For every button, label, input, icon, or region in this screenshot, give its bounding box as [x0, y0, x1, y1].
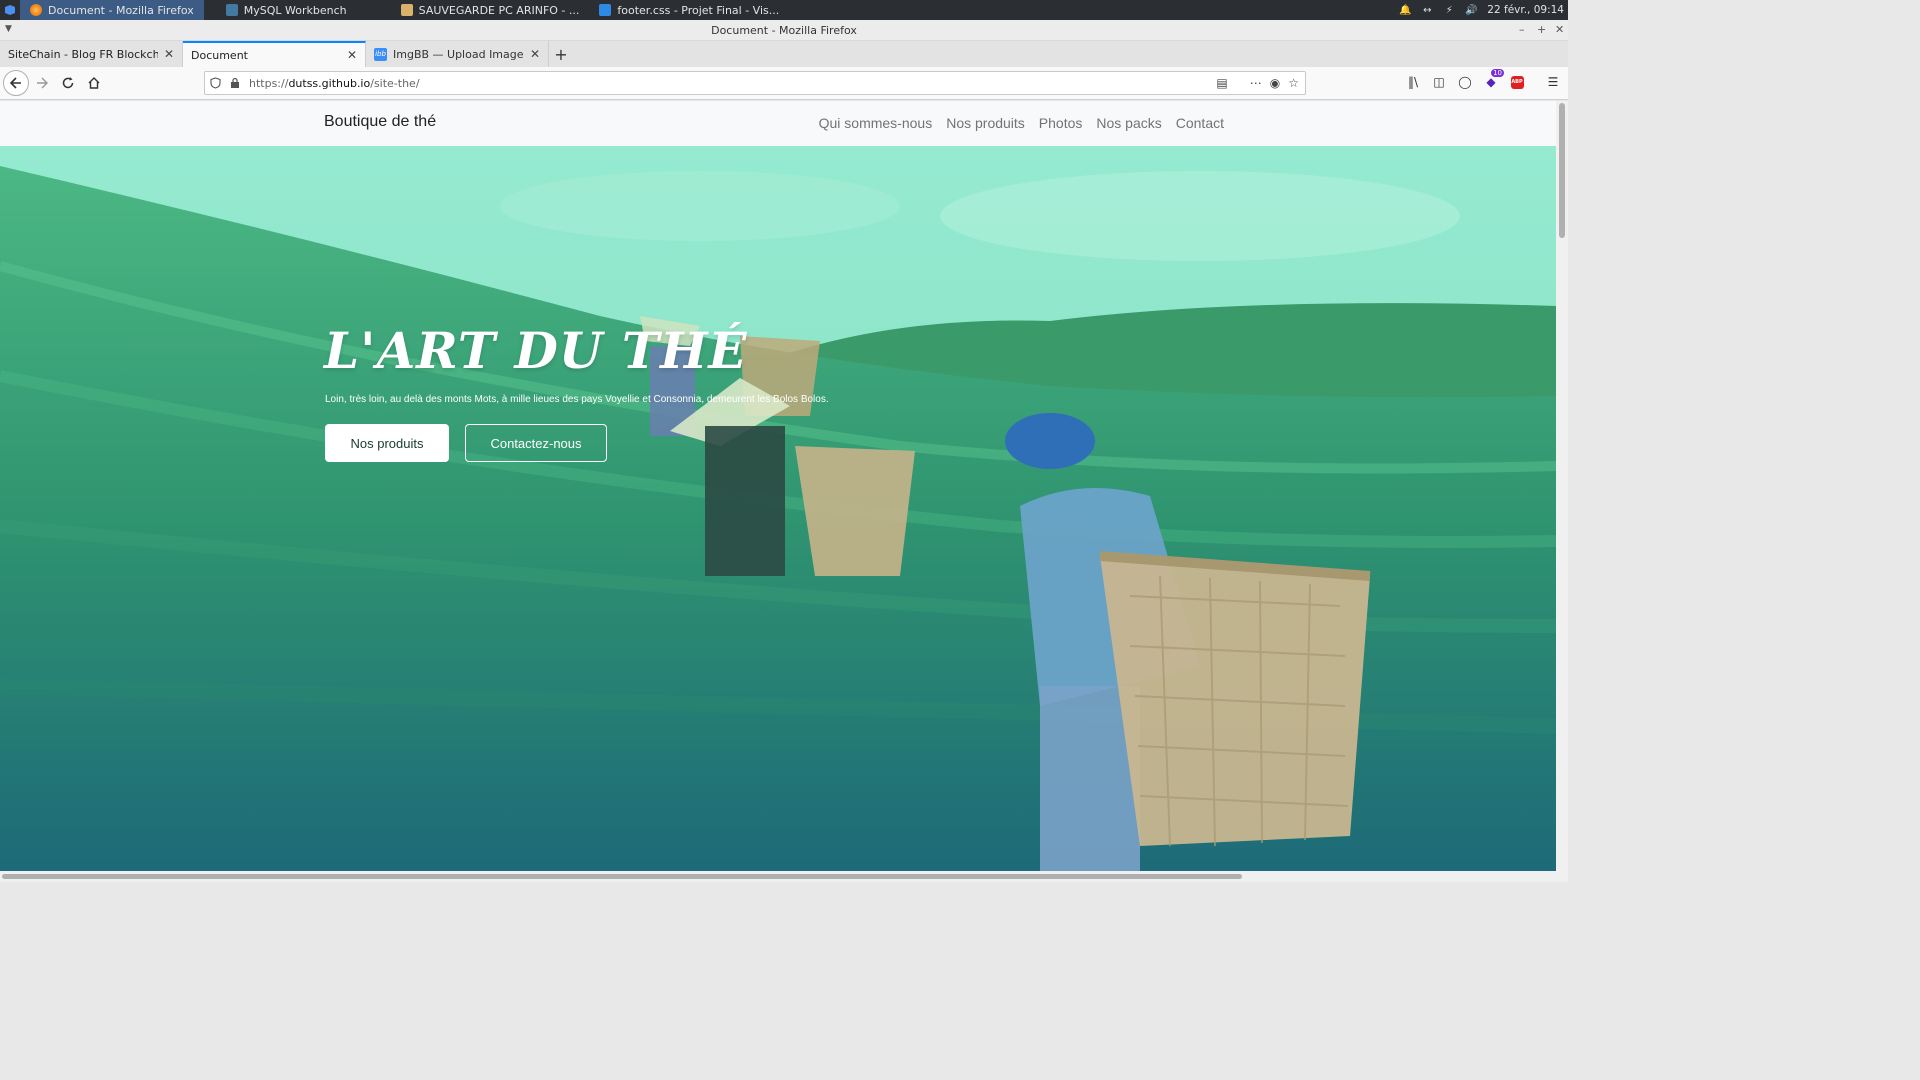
- hero-section: L'ART DU THÉ Loin, très loin, au delà de…: [0, 146, 1556, 871]
- arrow-left-icon: [9, 77, 21, 89]
- close-window-icon[interactable]: ✕: [1555, 23, 1564, 36]
- nav-link-about[interactable]: Qui sommes-nous: [819, 115, 933, 131]
- taskbar-item-vscode[interactable]: footer.css - Projet Final - Vis...: [589, 0, 789, 20]
- close-tab-icon[interactable]: ✕: [347, 48, 357, 62]
- nos-produits-button[interactable]: Nos produits: [325, 424, 449, 462]
- tracking-protection-icon[interactable]: [205, 77, 225, 89]
- start-menu-icon[interactable]: [0, 0, 20, 20]
- taskbar-item-folder[interactable]: SAUVEGARDE PC ARINFO - ...: [391, 0, 590, 20]
- account-icon[interactable]: ◯: [1456, 73, 1474, 91]
- new-tab-button[interactable]: +: [549, 41, 573, 67]
- system-taskbar: Document - Mozilla Firefox MySQL Workben…: [0, 0, 1568, 20]
- url-scheme: https://: [249, 76, 289, 90]
- clock[interactable]: 22 févr., 09:14: [1487, 4, 1564, 16]
- adblock-plus-icon[interactable]: ABP: [1508, 73, 1526, 91]
- site-navbar: Boutique de thé Qui sommes-nous Nos prod…: [0, 101, 1556, 146]
- extension-badge: 10: [1491, 69, 1504, 77]
- home-icon: [88, 77, 100, 89]
- firefox-icon: [30, 4, 42, 16]
- notification-bell-icon[interactable]: 🔔: [1399, 4, 1411, 16]
- window-titlebar: ▼ Document - Mozilla Firefox – + ✕: [0, 20, 1568, 41]
- folder-icon: [400, 4, 413, 16]
- tab-sitechain[interactable]: SiteChain - Blog FR Blockchain ✕: [0, 41, 183, 67]
- vertical-scrollbar[interactable]: [1556, 101, 1568, 871]
- reader-view-icon[interactable]: ▤: [1216, 76, 1227, 90]
- abp-label: ABP: [1510, 75, 1524, 89]
- home-button[interactable]: [81, 70, 107, 96]
- nav-link-packs[interactable]: Nos packs: [1096, 115, 1161, 131]
- library-icon[interactable]: ‖\: [1404, 73, 1422, 91]
- page-viewport: Boutique de thé Qui sommes-nous Nos prod…: [0, 101, 1556, 871]
- tea-plantation-image: [0, 146, 1556, 871]
- tab-imgbb[interactable]: ibb ImgBB — Upload Image — H ✕: [366, 41, 549, 67]
- sidebar-icon[interactable]: ◫: [1430, 73, 1448, 91]
- volume-icon[interactable]: 🔊: [1465, 4, 1477, 16]
- power-icon[interactable]: ⚡: [1443, 4, 1455, 16]
- nav-link-products[interactable]: Nos produits: [946, 115, 1025, 131]
- browser-tools: ‖\ ◫ ◯ ◆ 10 ABP ☰: [1404, 69, 1562, 91]
- forward-button[interactable]: [29, 70, 55, 96]
- site-brand[interactable]: Boutique de thé: [324, 113, 436, 131]
- vscode-icon: [599, 4, 612, 16]
- maximize-icon[interactable]: +: [1537, 23, 1546, 36]
- tab-label: Document: [191, 48, 248, 62]
- reload-button[interactable]: [55, 70, 81, 96]
- lock-icon[interactable]: [225, 77, 245, 89]
- taskbar-item-firefox[interactable]: Document - Mozilla Firefox: [20, 0, 204, 20]
- bookmark-star-icon[interactable]: ☆: [1288, 76, 1299, 90]
- imgbb-favicon-icon: ibb: [374, 47, 387, 61]
- close-tab-icon[interactable]: ✕: [164, 47, 174, 61]
- site-nav-links: Qui sommes-nous Nos produits Photos Nos …: [819, 115, 1224, 131]
- horizontal-scroll-thumb[interactable]: [2, 874, 1242, 879]
- tab-label: SiteChain - Blog FR Blockchain: [8, 47, 158, 61]
- tab-label: ImgBB — Upload Image — H: [393, 47, 524, 61]
- reload-icon: [62, 77, 74, 89]
- nav-link-contact[interactable]: Contact: [1176, 115, 1224, 131]
- url-path: /site-the/: [370, 76, 420, 90]
- window-title: Document - Mozilla Firefox: [711, 23, 857, 37]
- arrow-right-icon: [37, 77, 48, 89]
- vertical-scroll-thumb[interactable]: [1559, 103, 1565, 238]
- tab-document[interactable]: Document ✕: [183, 41, 366, 67]
- url-bar[interactable]: https://dutss.github.io/site-the/ ▤ ⋯ ◉ …: [204, 71, 1306, 95]
- pocket-icon[interactable]: ◉: [1270, 76, 1280, 90]
- back-button[interactable]: [3, 70, 29, 96]
- close-tab-icon[interactable]: ✕: [530, 47, 540, 61]
- extension-icon[interactable]: ◆ 10: [1482, 69, 1504, 91]
- url-text: https://dutss.github.io/site-the/: [249, 77, 420, 90]
- taskbar-item-label: Document - Mozilla Firefox: [48, 3, 194, 17]
- taskbar-item-mysql[interactable]: MySQL Workbench: [216, 0, 357, 20]
- taskbar-item-label: MySQL Workbench: [243, 3, 347, 17]
- contact-button[interactable]: Contactez-nous: [465, 424, 607, 462]
- taskbar-item-label: footer.css - Projet Final - Vis...: [617, 3, 780, 17]
- mysql-workbench-icon: [225, 4, 238, 16]
- hero-subtitle: Loin, très loin, au delà des monts Mots,…: [325, 394, 829, 405]
- window-menu-icon[interactable]: ▼: [5, 24, 12, 34]
- hero-title: L'ART DU THÉ: [324, 321, 748, 380]
- tab-strip: SiteChain - Blog FR Blockchain ✕ Documen…: [0, 41, 1568, 67]
- hamburger-menu-icon[interactable]: ☰: [1544, 73, 1562, 91]
- network-icon[interactable]: ↔: [1421, 4, 1433, 16]
- taskbar-item-label: SAUVEGARDE PC ARINFO - ...: [418, 3, 580, 17]
- minimize-icon[interactable]: –: [1519, 23, 1525, 36]
- horizontal-scrollbar[interactable]: [0, 871, 1568, 882]
- url-host: dutss.github.io: [288, 76, 371, 90]
- nav-link-photos[interactable]: Photos: [1039, 115, 1083, 131]
- page-actions-icon[interactable]: ⋯: [1250, 76, 1262, 90]
- navigation-toolbar: https://dutss.github.io/site-the/ ▤ ⋯ ◉ …: [0, 67, 1568, 100]
